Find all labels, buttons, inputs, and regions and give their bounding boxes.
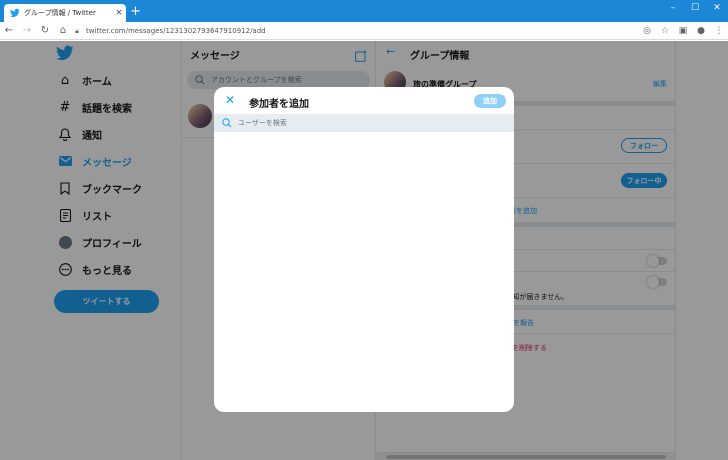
extension-icon[interactable]: ▣ <box>674 22 692 40</box>
modal-title: 参加者を追加 <box>249 99 309 110</box>
target-icon[interactable]: ◎ <box>638 22 656 40</box>
menu-icon[interactable]: ⋮ <box>710 22 728 40</box>
new-tab-button[interactable]: + <box>130 5 141 18</box>
close-icon[interactable]: ✕ <box>224 93 236 107</box>
back-icon[interactable]: ← <box>0 22 18 40</box>
reload-icon[interactable]: ↻ <box>36 22 54 40</box>
maximize-button[interactable]: ☐ <box>684 0 706 18</box>
browser-titlebar: グループ情報 / Twitter × + – ☐ ✕ <box>0 0 728 22</box>
window-controls: – ☐ ✕ <box>662 0 728 18</box>
star-icon[interactable]: ☆ <box>656 22 674 40</box>
home-button-icon[interactable]: ⌂ <box>54 22 72 40</box>
close-window-button[interactable]: ✕ <box>706 0 728 18</box>
user-search-bar <box>214 114 514 132</box>
url-text: twitter.com/messages/1231302793647910912… <box>86 27 266 35</box>
add-button[interactable]: 追加 <box>474 94 506 108</box>
search-icon <box>222 118 232 128</box>
add-participants-modal: ✕ 参加者を追加 追加 <box>214 87 514 412</box>
twitter-favicon-icon <box>10 8 20 18</box>
minimize-button[interactable]: – <box>662 0 684 18</box>
lock-icon: 🔒︎ <box>75 26 79 35</box>
browser-tab[interactable]: グループ情報 / Twitter × <box>4 4 126 22</box>
browser-toolbar: ← → ↻ ⌂ 🔒︎ twitter.com/messages/12313027… <box>0 22 728 40</box>
modal-header: ✕ 参加者を追加 追加 <box>214 87 514 114</box>
tab-close-icon[interactable]: × <box>112 4 126 22</box>
user-search-input[interactable] <box>238 119 498 127</box>
forward-icon[interactable]: → <box>18 22 36 40</box>
account-icon[interactable]: ● <box>692 22 710 40</box>
address-bar[interactable]: 🔒︎ twitter.com/messages/1231302793647910… <box>72 24 632 38</box>
tab-title: グループ情報 / Twitter <box>24 9 96 17</box>
toolbar-right: ◎ ☆ ▣ ● ⋮ <box>638 22 728 40</box>
